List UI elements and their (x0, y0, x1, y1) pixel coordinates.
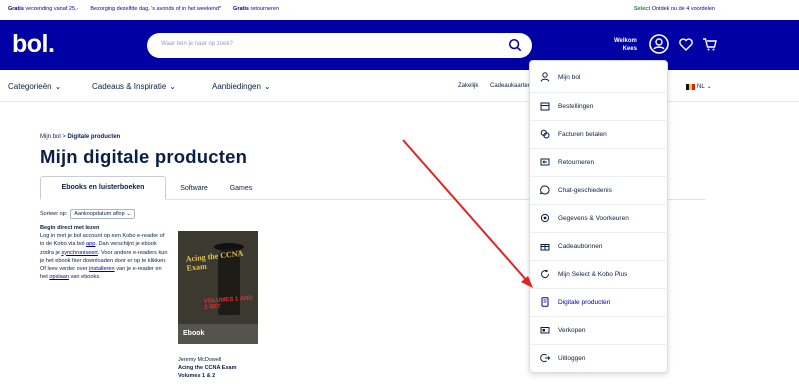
annotation-arrow-icon (402, 139, 533, 288)
